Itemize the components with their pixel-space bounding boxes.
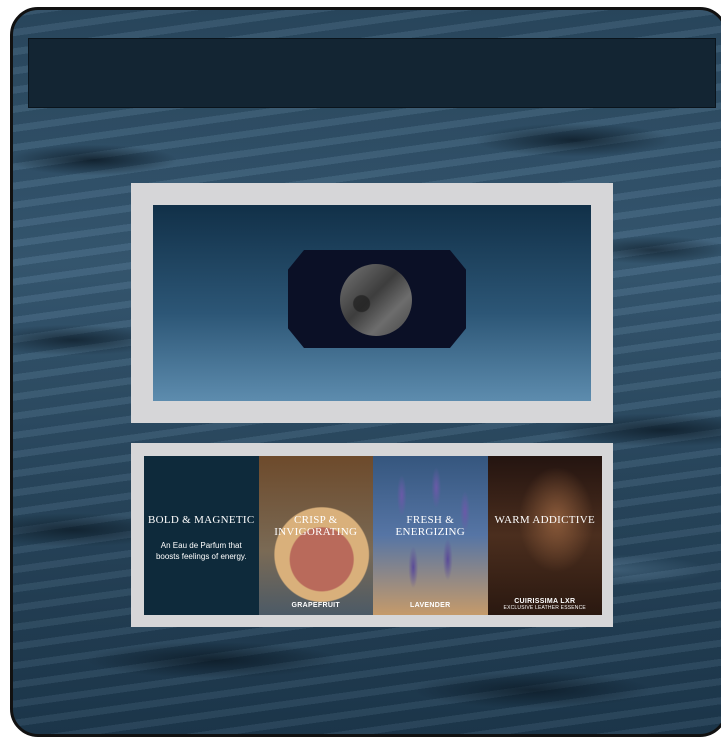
hero-image[interactable] (153, 205, 591, 401)
card-title: CRISP & INVIGORATING (274, 514, 358, 538)
card-label: LAVENDER (410, 602, 451, 609)
notes-panel: BOLD & MAGNETIC An Eau de Parfum that bo… (131, 443, 613, 627)
card-label: GRAPEFRUIT (291, 602, 340, 609)
card-sublabel: EXCLUSIVE LEATHER ESSENCE (503, 605, 586, 611)
notes-strip: BOLD & MAGNETIC An Eau de Parfum that bo… (144, 456, 602, 615)
card-grapefruit[interactable]: CRISP & INVIGORATING GRAPEFRUIT (258, 456, 373, 615)
card-lavender[interactable]: FRESH & ENERGIZING LAVENDER (373, 456, 488, 615)
card-intro[interactable]: BOLD & MAGNETIC An Eau de Parfum that bo… (144, 456, 259, 615)
card-title: WARM ADDICTIVE (494, 514, 595, 526)
bottle-medallion (340, 264, 412, 336)
card-subtitle: An Eau de Parfum that boosts feelings of… (155, 541, 247, 561)
card-title: FRESH & ENERGIZING (395, 514, 466, 538)
perfume-bottle (288, 250, 466, 348)
card-label: CUIRISSIMA LXR (514, 598, 576, 605)
card-leather[interactable]: WARM ADDICTIVE CUIRISSIMA LXR EXCLUSIVE … (487, 456, 602, 615)
top-banner (28, 38, 716, 108)
card-title: BOLD & MAGNETIC (147, 514, 255, 526)
hero-panel (131, 183, 613, 423)
